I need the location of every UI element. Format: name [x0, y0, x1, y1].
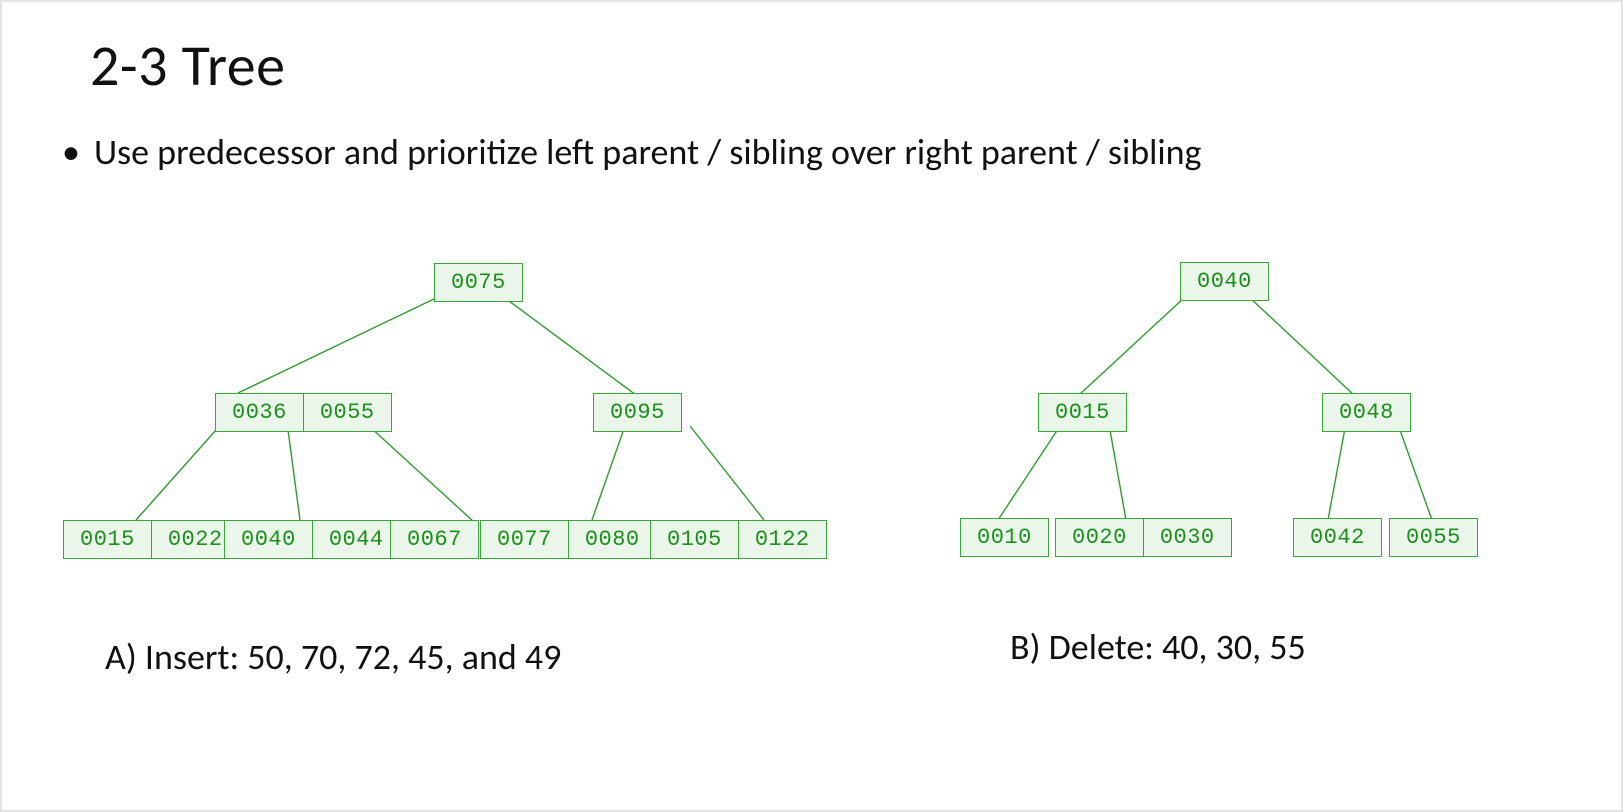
- treeA-leaf-0: 0015 0022: [63, 520, 240, 559]
- node-key: 0030: [1144, 519, 1231, 556]
- treeA-mid-0: 0036 0055: [215, 393, 392, 432]
- treeB-leaf-0: 0010: [960, 518, 1049, 557]
- treeA-mid-1: 0095: [593, 393, 682, 432]
- treeA-leaf-1: 0040 0044: [224, 520, 401, 559]
- page-title: 2-3 Tree: [90, 30, 286, 101]
- node-key: 0055: [1390, 519, 1477, 556]
- node-key: 0015: [1039, 394, 1126, 431]
- treeA-root: 0075: [434, 263, 523, 302]
- treeB-leaf-3: 0055: [1389, 518, 1478, 557]
- node-key: 0044: [313, 521, 400, 558]
- node-key: 0075: [435, 264, 522, 301]
- node-key: 0122: [739, 521, 826, 558]
- slide: 2-3 Tree Use predecessor and prioritize …: [0, 0, 1623, 812]
- bullet-text: Use predecessor and prioritize left pare…: [62, 130, 1202, 174]
- treeB-root: 0040: [1180, 262, 1269, 301]
- treeB-leaf-1: 0020 0030: [1055, 518, 1232, 557]
- caption-b: B) Delete: 40, 30, 55: [1010, 625, 1306, 669]
- treeB-leaf-2: 0042: [1293, 518, 1382, 557]
- treeA-leaf-4: 0105 0122: [650, 520, 827, 559]
- node-key: 0042: [1294, 519, 1381, 556]
- treeA-leaf-3: 0077 0080: [480, 520, 657, 559]
- node-key: 0077: [481, 521, 569, 558]
- node-key: 0080: [569, 521, 656, 558]
- node-key: 0040: [225, 521, 313, 558]
- node-key: 0020: [1056, 519, 1144, 556]
- caption-a: A) Insert: 50, 70, 72, 45, and 49: [105, 635, 561, 679]
- bullet-text-content: Use predecessor and prioritize left pare…: [94, 130, 1202, 174]
- node-key: 0095: [594, 394, 681, 431]
- node-key: 0048: [1323, 394, 1410, 431]
- node-key: 0036: [216, 394, 304, 431]
- node-key: 0010: [961, 519, 1048, 556]
- treeA-leaf-2: 0067: [390, 520, 479, 559]
- node-key: 0067: [391, 521, 478, 558]
- node-key: 0055: [304, 394, 391, 431]
- node-key: 0040: [1181, 263, 1268, 300]
- treeB-mid-0: 0015: [1038, 393, 1127, 432]
- node-key: 0105: [651, 521, 739, 558]
- node-key: 0015: [64, 521, 152, 558]
- treeB-mid-1: 0048: [1322, 393, 1411, 432]
